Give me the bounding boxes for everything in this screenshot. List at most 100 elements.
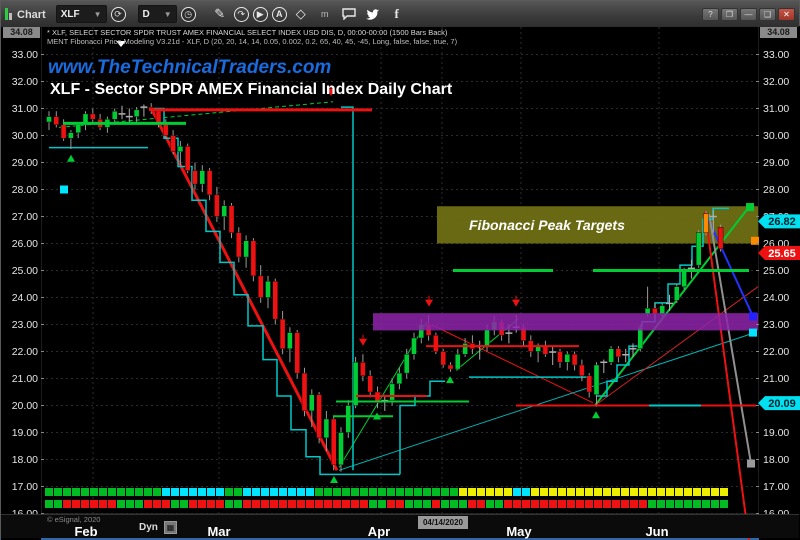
price-target-square xyxy=(746,203,754,211)
curve-arrow-icon[interactable]: ↷ xyxy=(234,7,249,22)
heatmap-cell xyxy=(99,488,107,496)
chart-window: Chart XLF▼ ⟳ D▼ ◷ ✎ ↷ ▶ A ◇ m f ? ❐ — ❑ … xyxy=(0,0,800,540)
heatmap-cell xyxy=(126,500,134,508)
heatmap-cell xyxy=(558,500,566,508)
heatmap-cell xyxy=(63,488,71,496)
maximize-button[interactable]: ❑ xyxy=(759,8,776,21)
clock-icon[interactable]: ◷ xyxy=(181,7,196,22)
heatmap-cell xyxy=(306,488,314,496)
heatmap-cell xyxy=(261,500,269,508)
heatmap-cell xyxy=(486,500,494,508)
month-label-jun: Jun xyxy=(645,524,668,539)
candle-body xyxy=(587,376,592,392)
candle-body xyxy=(112,111,117,119)
heatmap-cell xyxy=(234,488,242,496)
axis-label-left: 33.00 xyxy=(12,49,38,61)
candle-body xyxy=(302,373,307,411)
heatmap-cell xyxy=(360,488,368,496)
candle-body xyxy=(558,352,563,363)
heatmap-cell xyxy=(171,500,179,508)
candle-body xyxy=(236,233,241,257)
heatmap-cell xyxy=(657,500,665,508)
heatmap-cell xyxy=(711,488,719,496)
candle-body xyxy=(317,395,322,438)
heatmap-cell xyxy=(684,488,692,496)
heatmap-cell xyxy=(252,488,260,496)
heatmap-cell xyxy=(333,500,341,508)
heatmap-cell xyxy=(423,488,431,496)
symbol-input[interactable]: XLF▼ xyxy=(56,5,107,23)
facebook-icon[interactable]: f xyxy=(387,4,407,24)
m-icon[interactable]: m xyxy=(315,4,335,24)
heatmap-cell xyxy=(441,488,449,496)
twitter-icon[interactable] xyxy=(363,4,383,24)
candle-body xyxy=(178,146,183,151)
month-label-apr: Apr xyxy=(368,524,390,539)
heatmap-cell xyxy=(486,488,494,496)
heatmap-cell xyxy=(216,488,224,496)
interval-input[interactable]: D▼ xyxy=(138,5,177,23)
restore-button[interactable]: ❐ xyxy=(721,8,738,21)
help-button[interactable]: ? xyxy=(702,8,719,21)
heatmap-cell xyxy=(342,500,350,508)
dyn-icon[interactable]: ▦ xyxy=(164,521,177,534)
candle-body xyxy=(273,281,278,319)
chat-icon[interactable] xyxy=(339,4,359,24)
heatmap-cell xyxy=(270,488,278,496)
purple-support-zone xyxy=(373,313,758,330)
heatmap-cell xyxy=(675,488,683,496)
heatmap-cell xyxy=(126,488,134,496)
heatmap-cell xyxy=(504,488,512,496)
heatmap-cell xyxy=(684,500,692,508)
candle-body xyxy=(54,117,59,125)
refresh-icon[interactable]: ⟳ xyxy=(111,7,126,22)
heatmap-cell xyxy=(477,500,485,508)
heatmap-cell xyxy=(207,488,215,496)
heatmap-cell xyxy=(450,500,458,508)
candle-body xyxy=(251,241,256,276)
eraser-icon[interactable]: ◇ xyxy=(291,4,311,24)
candle-body xyxy=(207,171,212,195)
price-target-square xyxy=(749,312,757,320)
axis-label-right: 25.00 xyxy=(763,265,789,277)
candle-body xyxy=(360,362,365,376)
heatmap-cell xyxy=(495,500,503,508)
axis-label-left: 31.00 xyxy=(12,103,38,115)
heatmap-cell xyxy=(207,500,215,508)
heatmap-cell xyxy=(144,488,152,496)
play-icon[interactable]: ▶ xyxy=(253,7,268,22)
heatmap-cell xyxy=(540,488,548,496)
heatmap-cell xyxy=(135,500,143,508)
heatmap-cell xyxy=(693,500,701,508)
heatmap-cell xyxy=(252,500,260,508)
watermark-link[interactable]: www.TheTechnicalTraders.com xyxy=(48,57,331,79)
heatmap-cell xyxy=(225,488,233,496)
top-price-tag-text: 34.08 xyxy=(767,27,790,37)
price-tag-text: 20.09 xyxy=(768,398,796,410)
close-button[interactable]: ✕ xyxy=(778,8,795,21)
heatmap-cell xyxy=(414,488,422,496)
axis-label-left: 17.00 xyxy=(12,481,38,493)
heatmap-cell xyxy=(666,500,674,508)
heatmap-cell xyxy=(99,500,107,508)
candle-body xyxy=(448,365,453,369)
axis-label-left: 25.00 xyxy=(12,265,38,277)
time-axis-bar xyxy=(1,514,799,538)
candle-body xyxy=(68,133,73,138)
heatmap-cell xyxy=(162,500,170,508)
axis-label-right: 18.00 xyxy=(763,454,789,466)
heatmap-cell xyxy=(576,488,584,496)
minimize-button[interactable]: — xyxy=(740,8,757,21)
pencil-icon[interactable]: ✎ xyxy=(210,4,230,24)
candle-body xyxy=(229,206,234,233)
heatmap-cell xyxy=(657,488,665,496)
auto-a-icon[interactable]: A xyxy=(272,7,287,22)
heatmap-cell xyxy=(513,488,521,496)
dyn-button[interactable]: Dyn xyxy=(139,522,158,533)
heatmap-cell xyxy=(630,488,638,496)
candle-body xyxy=(652,308,657,313)
heatmap-cell xyxy=(558,488,566,496)
candle-body xyxy=(76,125,81,133)
heatmap-cell xyxy=(54,500,62,508)
heatmap-cell xyxy=(594,488,602,496)
